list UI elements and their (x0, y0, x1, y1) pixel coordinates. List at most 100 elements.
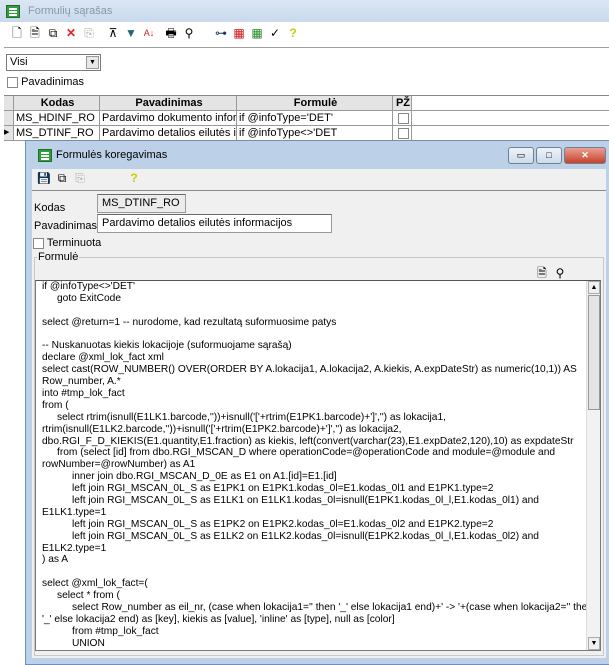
maximize-button[interactable]: □ (536, 147, 562, 164)
column-header-formule[interactable]: Formulė (237, 96, 393, 110)
main-title-bar: Formulių sąrašas (0, 0, 609, 22)
calendar-red-icon[interactable]: ▦ (232, 26, 246, 40)
vertical-scrollbar[interactable]: ▲ ▼ (586, 281, 600, 650)
scrollbar-thumb[interactable] (588, 295, 600, 410)
code-line: select cast(ROW_NUMBER() OVER(ORDER BY A… (42, 364, 577, 376)
paste-icon[interactable]: ⎘ (82, 26, 96, 40)
grid-filler (412, 126, 609, 140)
code-line: left join RGI_MSCAN_0L_S as E1PK1 on E1P… (72, 483, 494, 495)
print-icon[interactable]: 🖶 (164, 26, 178, 40)
pavadinimas-filter-checkbox[interactable]: Pavadinimas (7, 76, 84, 88)
edit-icon[interactable]: 🗎 (28, 26, 42, 40)
code-line: left join RGI_MSCAN_0L_S as E1LK2 on E1L… (72, 530, 539, 542)
grid-header: Kodas Pavadinimas Formulė PŽ (4, 96, 609, 111)
calendar-green-icon[interactable]: ▦ (250, 26, 264, 40)
code-line: Row_number, A.* (42, 376, 121, 388)
code-line: declare @xml_lok_fact xml (42, 352, 164, 364)
table-row[interactable]: MS_HDINF_RO Pardavimo dokumento informa … (4, 111, 609, 126)
cell-pz[interactable] (393, 111, 412, 125)
filter-select[interactable]: Visi ▼ (6, 54, 101, 71)
grid-filler (412, 111, 609, 125)
code-line: from (select [id] from dbo.RGI_MSCAN_D w… (57, 447, 556, 459)
code-line: from ( (42, 399, 69, 411)
code-line: rtrim(isnull(E1LK2.barcode,''))+isnull('… (42, 423, 402, 435)
formula-code-lines: if @infoType<>'DET' goto ExitCode select @… (36, 281, 600, 650)
dialog-title-bar[interactable]: Formulės koregavimas ▭ □ ✕ (26, 141, 609, 169)
checkbox-label: Pavadinimas (21, 76, 85, 88)
delete-icon[interactable]: ✕ (64, 26, 78, 40)
cell-formule[interactable]: if @infoType='DET' (237, 111, 393, 125)
filter-icon[interactable]: ▼ (124, 26, 138, 40)
kodas-field[interactable]: MS_DTINF_RO (97, 194, 186, 213)
help-icon[interactable]: ? (286, 26, 300, 40)
hierarchy-icon[interactable]: ⊼ (106, 26, 120, 40)
code-line: E1LK1.type=1 (42, 506, 107, 518)
toolbar-divider (4, 47, 609, 48)
main-window-title: Formulių sąrašas (28, 5, 113, 17)
app-icon (6, 4, 20, 18)
document-icon[interactable]: 🗎 (535, 266, 549, 280)
formula-edit-dialog: Formulės koregavimas ▭ □ ✕ 💾︎ ⧉ ⎘ ? Koda… (25, 140, 609, 665)
find-icon[interactable]: ⚲ (553, 266, 567, 280)
code-line: E1LK2.type=1 (42, 542, 107, 554)
sort-az-icon[interactable]: A↓ (142, 26, 156, 40)
code-line: rowNumber=@rowNumber) as A1 (42, 459, 196, 471)
row-indicator (4, 111, 14, 125)
code-line: select @return=1 -- nurodome, kad rezult… (42, 316, 337, 328)
kodas-label: Kodas (34, 202, 66, 214)
code-line: dbo.RGI_F_D_KIEKIS(E1.quantity,E1.fracti… (42, 435, 574, 447)
formula-grid: Kodas Pavadinimas Formulė PŽ MS_HDINF_RO… (4, 95, 609, 141)
formule-label: Formulė (37, 251, 80, 263)
code-line: '_' else lokacija2 end) as [key], kiekis… (42, 613, 395, 625)
row-indicator-header (4, 96, 14, 110)
terminuota-checkbox[interactable]: Terminuota (33, 237, 101, 249)
filter-select-value: Visi (10, 56, 28, 68)
chevron-down-icon[interactable]: ▼ (86, 56, 99, 69)
copy-record-icon[interactable]: ⧉ (55, 171, 69, 185)
dialog-toolbar: 💾︎ ⧉ ⎘ ? (36, 171, 141, 185)
column-header-kodas[interactable]: Kodas (14, 96, 100, 110)
cell-pavadinimas[interactable]: Pardavimo detalios eilutės info (100, 126, 237, 140)
pz-checkbox[interactable] (397, 127, 409, 139)
check-icon[interactable]: ✓ (268, 26, 282, 40)
code-line: select @xml_lok_fact=( (42, 578, 148, 590)
scroll-down-icon[interactable]: ▼ (588, 637, 600, 650)
dialog-title: Formulės koregavimas (56, 149, 168, 161)
cell-pavadinimas[interactable]: Pardavimo dokumento informa (100, 111, 237, 125)
dialog-toolbar-divider (32, 190, 606, 191)
close-button[interactable]: ✕ (564, 147, 606, 164)
column-header-pz[interactable]: PŽ (393, 96, 412, 110)
scroll-up-icon[interactable]: ▲ (588, 281, 600, 294)
new-icon[interactable]: 🗋 (10, 26, 24, 40)
code-line: -- Nuskanuotas kiekis lokacijoje (suform… (42, 340, 292, 352)
cell-kodas[interactable]: MS_DTINF_RO (14, 126, 100, 140)
find-icon[interactable]: ⚲ (182, 26, 196, 40)
code-line: select Row_number as eil_nr, (case when … (72, 602, 593, 614)
code-line: select rtrim(isnull(E1LK1.barcode,''))+i… (57, 411, 446, 423)
pavadinimas-field[interactable]: Pardavimo detalios eilutės informacijos (97, 214, 332, 233)
table-row[interactable]: ▶ MS_DTINF_RO Pardavimo detalios eilutės… (4, 126, 609, 141)
main-toolbar: 🗋 🗎 ⧉ ✕ ⎘ ⊼ ▼ A↓ 🖶 ⚲ ⊶ ▦ ▦ ✓ ? (10, 26, 300, 40)
formule-group: Formulė 🗎 ⚲ if @infoType<>'DET' goto Exit… (34, 251, 604, 656)
code-line: into #tmp_lok_fact (42, 388, 125, 400)
cell-kodas[interactable]: MS_HDINF_RO (14, 111, 100, 125)
formula-editor[interactable]: if @infoType<>'DET' goto ExitCode select @… (35, 280, 601, 651)
minimize-button[interactable]: ▭ (508, 147, 534, 164)
dialog-app-icon (38, 148, 52, 162)
cell-pz[interactable] (393, 126, 412, 140)
save-icon[interactable]: 💾︎ (36, 171, 51, 185)
copy-record-icon[interactable]: ⧉ (46, 26, 60, 40)
tree-icon[interactable]: ⊶ (214, 26, 228, 40)
column-header-pavadinimas[interactable]: Pavadinimas (100, 96, 237, 110)
help-icon[interactable]: ? (127, 171, 141, 185)
pz-checkbox[interactable] (397, 112, 409, 124)
checkbox-box[interactable] (7, 76, 18, 88)
code-line: select * from ( (57, 590, 120, 602)
code-line: from #tmp_lok_fact (72, 625, 159, 637)
paste-icon[interactable]: ⎘ (73, 171, 87, 185)
cell-formule[interactable]: if @infoType<>'DET (237, 126, 393, 140)
checkbox-box[interactable] (33, 237, 44, 249)
